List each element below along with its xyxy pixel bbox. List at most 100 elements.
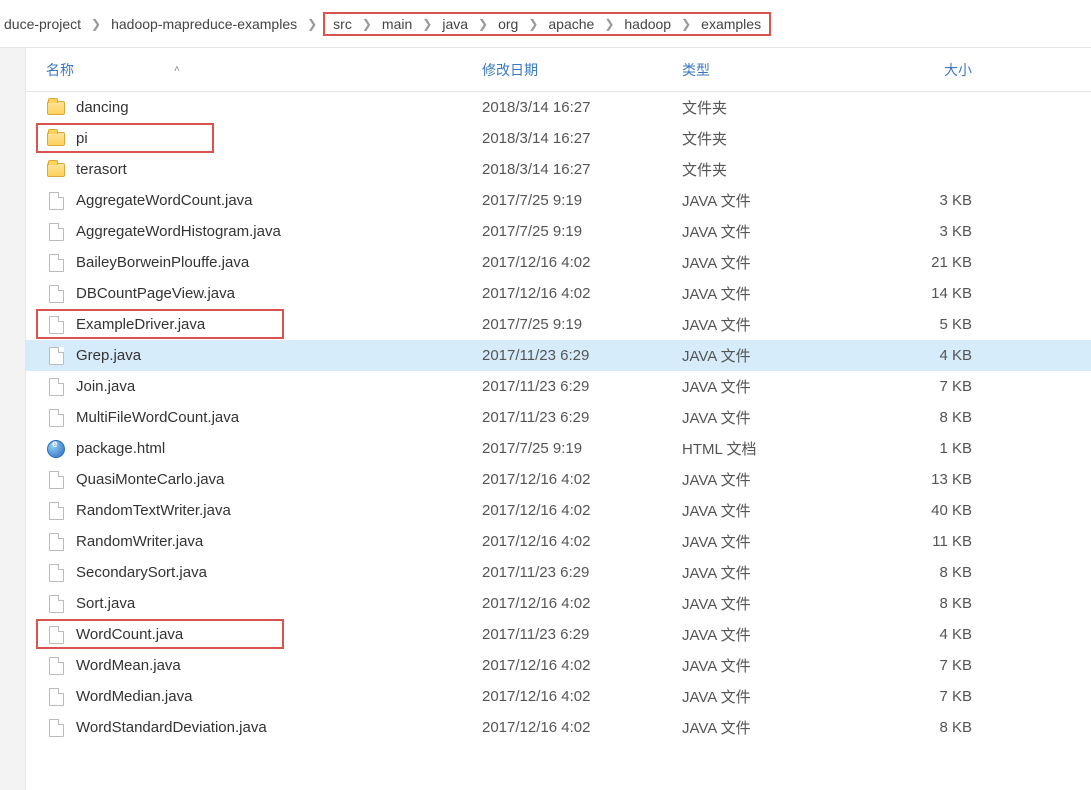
file-name-cell[interactable]: package.html <box>26 439 476 459</box>
sort-ascending-icon: ˄ <box>174 64 180 75</box>
file-name-cell[interactable]: Grep.java <box>26 346 476 366</box>
file-name-label: AggregateWordHistogram.java <box>76 223 281 240</box>
file-size-cell: 21 KB <box>876 254 996 271</box>
file-name-cell[interactable]: AggregateWordHistogram.java <box>26 222 476 242</box>
file-name-label: terasort <box>76 161 127 178</box>
crumb-hadoop[interactable]: hadoop <box>620 16 675 32</box>
file-name-cell[interactable]: terasort <box>26 160 476 180</box>
file-name-cell[interactable]: RandomTextWriter.java <box>26 501 476 521</box>
file-row[interactable]: RandomTextWriter.java2017/12/16 4:02JAVA… <box>26 495 1091 526</box>
crumb-examples[interactable]: examples <box>697 16 765 32</box>
file-name-cell[interactable]: RandomWriter.java <box>26 532 476 552</box>
crumb-org[interactable]: org <box>494 16 522 32</box>
file-name-cell[interactable]: Join.java <box>26 377 476 397</box>
file-type-cell: JAVA 文件 <box>676 717 876 738</box>
file-size-cell: 3 KB <box>876 192 996 209</box>
file-row[interactable]: SecondarySort.java2017/11/23 6:29JAVA 文件… <box>26 557 1091 588</box>
file-date-cell: 2017/12/16 4:02 <box>476 533 676 550</box>
file-date-cell: 2017/7/25 9:19 <box>476 440 676 457</box>
file-name-cell[interactable]: MultiFileWordCount.java <box>26 408 476 428</box>
file-name-label: AggregateWordCount.java <box>76 192 253 209</box>
crumb-src[interactable]: src <box>329 16 356 32</box>
file-type-cell: 文件夹 <box>676 97 876 118</box>
crumb-java[interactable]: java <box>438 16 472 32</box>
file-date-cell: 2018/3/14 16:27 <box>476 99 676 116</box>
file-size-cell: 1 KB <box>876 440 996 457</box>
folder-icon <box>46 98 66 118</box>
file-size-cell: 5 KB <box>876 316 996 333</box>
file-row[interactable]: terasort2018/3/14 16:27文件夹 <box>26 154 1091 185</box>
file-size-cell: 8 KB <box>876 595 996 612</box>
file-row[interactable]: WordCount.java2017/11/23 6:29JAVA 文件4 KB <box>26 619 1091 650</box>
file-row[interactable]: Join.java2017/11/23 6:29JAVA 文件7 KB <box>26 371 1091 402</box>
file-type-cell: JAVA 文件 <box>676 655 876 676</box>
file-icon <box>46 191 66 211</box>
file-icon <box>46 532 66 552</box>
crumb-apache[interactable]: apache <box>544 16 598 32</box>
file-type-cell: JAVA 文件 <box>676 283 876 304</box>
file-name-label: WordStandardDeviation.java <box>76 719 267 736</box>
file-row[interactable]: dancing2018/3/14 16:27文件夹 <box>26 92 1091 123</box>
file-row[interactable]: AggregateWordHistogram.java2017/7/25 9:1… <box>26 216 1091 247</box>
file-name-label: BaileyBorweinPlouffe.java <box>76 254 249 271</box>
file-size-cell: 3 KB <box>876 223 996 240</box>
file-icon <box>46 284 66 304</box>
file-date-cell: 2017/11/23 6:29 <box>476 626 676 643</box>
file-date-cell: 2017/7/25 9:19 <box>476 192 676 209</box>
file-date-cell: 2017/12/16 4:02 <box>476 595 676 612</box>
file-size-cell: 4 KB <box>876 626 996 643</box>
file-name-cell[interactable]: WordMedian.java <box>26 687 476 707</box>
file-row[interactable]: MultiFileWordCount.java2017/11/23 6:29JA… <box>26 402 1091 433</box>
file-row[interactable]: WordStandardDeviation.java2017/12/16 4:0… <box>26 712 1091 743</box>
file-row[interactable]: AggregateWordCount.java 2017/7/25 9:19JAV… <box>26 185 1091 216</box>
file-row[interactable]: QuasiMonteCarlo.java2017/12/16 4:02JAVA … <box>26 464 1091 495</box>
file-row[interactable]: WordMedian.java2017/12/16 4:02JAVA 文件7 K… <box>26 681 1091 712</box>
file-date-cell: 2018/3/14 16:27 <box>476 161 676 178</box>
file-icon <box>46 346 66 366</box>
file-name-label: pi <box>76 130 88 147</box>
column-name[interactable]: 名称 ˄ <box>26 60 476 80</box>
file-date-cell: 2017/7/25 9:19 <box>476 316 676 333</box>
file-row[interactable]: WordMean.java2017/12/16 4:02JAVA 文件7 KB <box>26 650 1091 681</box>
file-name-cell[interactable]: QuasiMonteCarlo.java <box>26 470 476 490</box>
file-row[interactable]: RandomWriter.java2017/12/16 4:02JAVA 文件1… <box>26 526 1091 557</box>
file-name-cell[interactable]: WordCount.java <box>26 625 476 645</box>
crumb-duce-project[interactable]: duce-project <box>0 16 85 32</box>
file-size-cell: 14 KB <box>876 285 996 302</box>
file-name-cell[interactable]: DBCountPageView.java <box>26 284 476 304</box>
file-row[interactable]: ExampleDriver.java2017/7/25 9:19JAVA 文件5… <box>26 309 1091 340</box>
file-size-cell: 8 KB <box>876 409 996 426</box>
column-size[interactable]: 大小 <box>876 60 996 80</box>
file-row[interactable]: pi2018/3/14 16:27文件夹 <box>26 123 1091 154</box>
file-date-cell: 2017/11/23 6:29 <box>476 564 676 581</box>
chevron-right-icon: ❯ <box>675 17 697 31</box>
file-name-cell[interactable]: Sort.java <box>26 594 476 614</box>
file-name-cell[interactable]: WordMean.java <box>26 656 476 676</box>
file-name-cell[interactable]: dancing <box>26 98 476 118</box>
left-gutter <box>0 48 26 790</box>
file-row[interactable]: Sort.java2017/12/16 4:02JAVA 文件8 KB <box>26 588 1091 619</box>
crumb-hadoop-examples[interactable]: hadoop-mapreduce-examples <box>107 16 301 32</box>
file-row[interactable]: DBCountPageView.java2017/12/16 4:02JAVA … <box>26 278 1091 309</box>
file-row[interactable]: Grep.java2017/11/23 6:29JAVA 文件4 KB <box>26 340 1091 371</box>
column-date[interactable]: 修改日期 <box>476 60 676 80</box>
file-type-cell: JAVA 文件 <box>676 407 876 428</box>
file-name-cell[interactable]: WordStandardDeviation.java <box>26 718 476 738</box>
file-date-cell: 2018/3/14 16:27 <box>476 130 676 147</box>
columns-header: 名称 ˄ 修改日期 类型 大小 <box>26 48 1091 92</box>
crumb-main[interactable]: main <box>378 16 416 32</box>
file-row[interactable]: package.html2017/7/25 9:19HTML 文档1 KB <box>26 433 1091 464</box>
file-icon <box>46 718 66 738</box>
file-row[interactable]: BaileyBorweinPlouffe.java2017/12/16 4:02… <box>26 247 1091 278</box>
file-type-cell: JAVA 文件 <box>676 314 876 335</box>
file-name-cell[interactable]: BaileyBorweinPlouffe.java <box>26 253 476 273</box>
chevron-right-icon: ❯ <box>472 17 494 31</box>
breadcrumb[interactable]: duce-project ❯ hadoop-mapreduce-examples… <box>0 0 1091 48</box>
file-name-cell[interactable]: ExampleDriver.java <box>26 315 476 335</box>
file-name-cell[interactable]: pi <box>26 129 476 149</box>
file-name-cell[interactable]: SecondarySort.java <box>26 563 476 583</box>
column-type[interactable]: 类型 <box>676 60 876 80</box>
file-name-cell[interactable]: AggregateWordCount.java <box>26 191 476 211</box>
file-type-cell: JAVA 文件 <box>676 593 876 614</box>
file-type-cell: JAVA 文件 <box>676 190 876 211</box>
